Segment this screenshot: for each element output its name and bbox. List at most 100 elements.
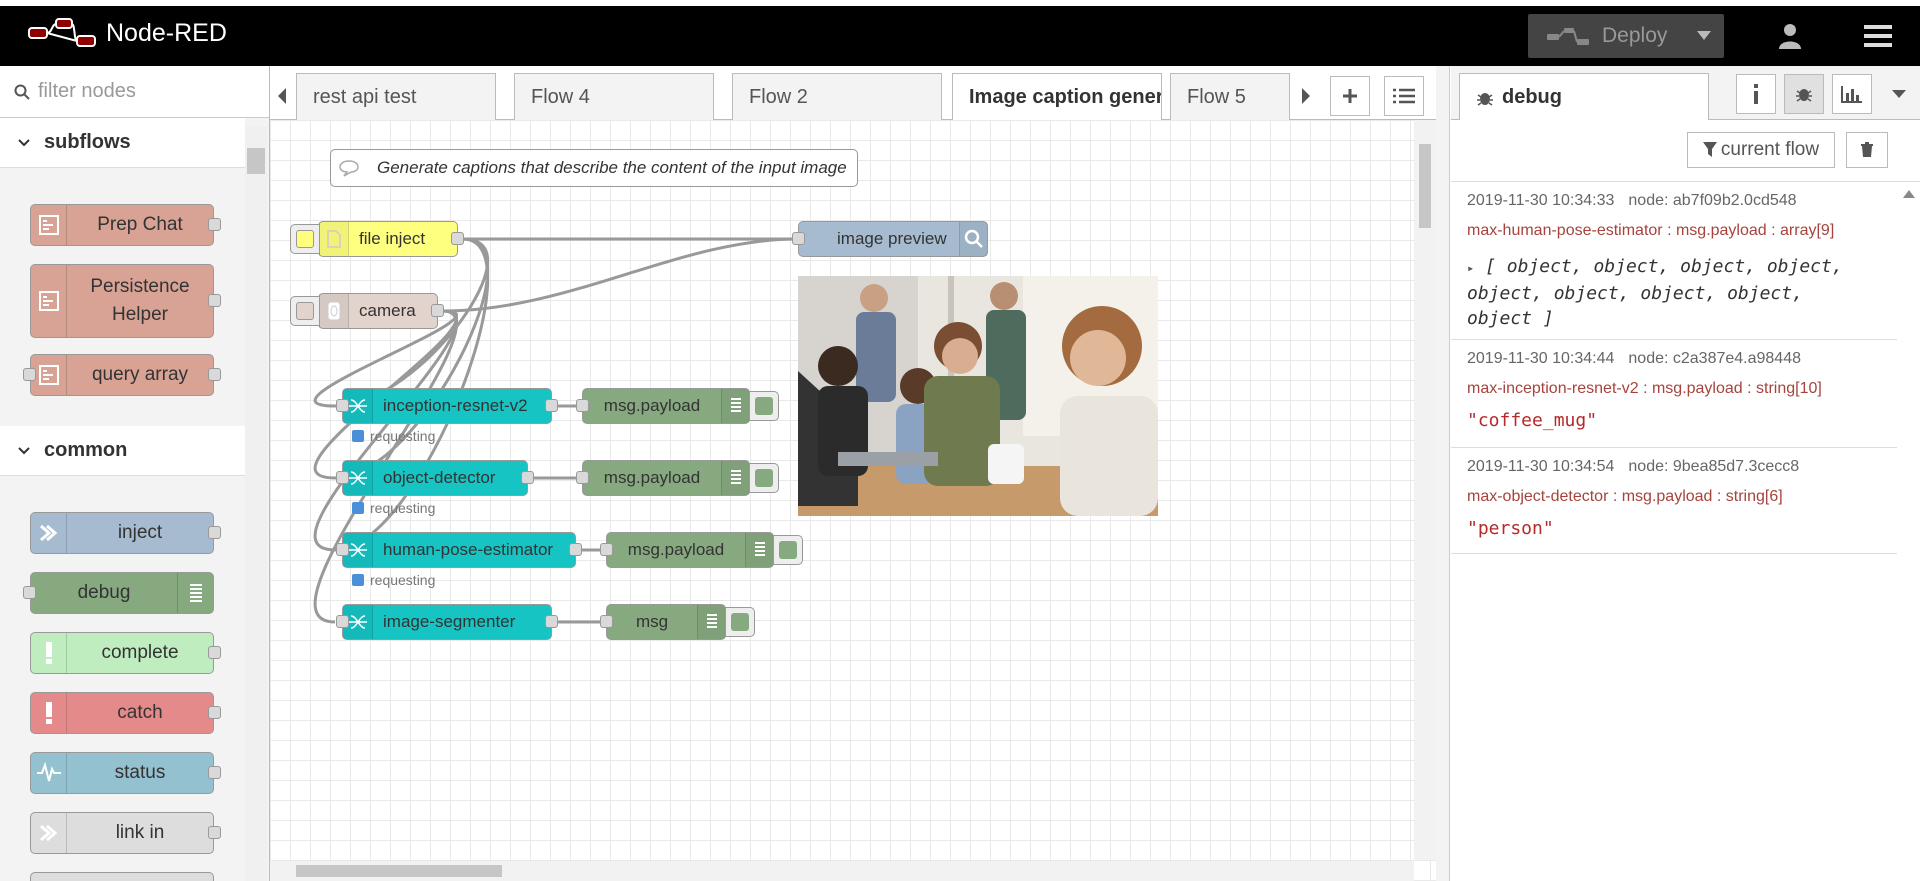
debug-scrollbar[interactable] bbox=[1897, 182, 1920, 881]
main-menu-button[interactable] bbox=[1858, 18, 1898, 54]
output-port[interactable] bbox=[208, 526, 221, 539]
palette-node-link-in[interactable]: link in bbox=[30, 812, 221, 854]
output-port[interactable] bbox=[545, 615, 558, 628]
palette-node-persistence-helper[interactable]: Persistence Helper bbox=[30, 264, 221, 338]
node-label: msg.payload bbox=[627, 540, 725, 559]
scroll-thumb[interactable] bbox=[247, 148, 265, 174]
palette-search[interactable]: filter nodes bbox=[0, 66, 269, 118]
workspace-vertical-scrollbar[interactable] bbox=[1414, 120, 1436, 860]
deploy-menu-button[interactable] bbox=[1684, 14, 1724, 58]
app-title: Node-RED bbox=[106, 19, 227, 47]
comment-node[interactable]: Generate captions that describe the cont… bbox=[330, 149, 858, 187]
tab-debug[interactable]: debug bbox=[1459, 73, 1709, 121]
input-port[interactable] bbox=[336, 399, 349, 412]
alert-icon bbox=[31, 693, 67, 733]
debug-toggle-button[interactable] bbox=[749, 463, 779, 493]
message-value[interactable]: "coffee_mug" bbox=[1467, 408, 1897, 433]
input-port[interactable] bbox=[600, 543, 613, 556]
clear-debug-button[interactable] bbox=[1846, 132, 1888, 168]
debug-node-3[interactable]: msg.payload bbox=[600, 532, 803, 568]
output-port[interactable] bbox=[208, 368, 221, 381]
input-port[interactable] bbox=[576, 399, 589, 412]
palette-node-complete[interactable]: complete bbox=[30, 632, 221, 674]
tab-image-caption-generator[interactable]: Image caption generator bbox=[952, 73, 1162, 121]
inception-resnet-v2-node[interactable]: inception-resnet-v2 bbox=[336, 388, 558, 424]
palette-node-debug[interactable]: debug bbox=[23, 572, 214, 614]
palette-node-query-array[interactable]: query array bbox=[23, 354, 221, 396]
palette-node-status[interactable]: status bbox=[30, 752, 221, 794]
input-port[interactable] bbox=[336, 615, 349, 628]
dashboard-tab-button[interactable] bbox=[1832, 74, 1872, 114]
tab-flow-2[interactable]: Flow 2 bbox=[732, 73, 942, 120]
output-port[interactable] bbox=[208, 646, 221, 659]
message-node-id[interactable]: node: c2a387e4.a98448 bbox=[1628, 350, 1801, 367]
tab-flow-5[interactable]: Flow 5 bbox=[1170, 73, 1290, 120]
image-segmenter-node[interactable]: image-segmenter bbox=[336, 604, 558, 640]
camera-node[interactable]: camera bbox=[290, 293, 444, 329]
message-node-id[interactable]: node: ab7f09b2.0cd548 bbox=[1628, 192, 1796, 209]
input-port[interactable] bbox=[336, 471, 349, 484]
tab-rest-api-test[interactable]: rest api test bbox=[296, 73, 496, 120]
input-port[interactable] bbox=[576, 471, 589, 484]
message-value[interactable]: "person" bbox=[1467, 516, 1897, 541]
human-pose-estimator-node[interactable]: human-pose-estimator bbox=[336, 532, 582, 568]
output-port[interactable] bbox=[569, 543, 582, 556]
debug-toggle-button[interactable] bbox=[749, 391, 779, 421]
flow-workspace[interactable]: Generate captions that describe the cont… bbox=[270, 120, 1436, 881]
debug-node-2[interactable]: msg.payload bbox=[576, 460, 779, 496]
palette-node-partial[interactable] bbox=[30, 872, 214, 881]
palette-node-catch[interactable]: catch bbox=[30, 692, 221, 734]
output-port[interactable] bbox=[521, 471, 534, 484]
trash-icon bbox=[1861, 142, 1873, 157]
output-port[interactable] bbox=[451, 232, 464, 245]
output-port[interactable] bbox=[208, 766, 221, 779]
output-port[interactable] bbox=[208, 706, 221, 719]
palette-scrollbar[interactable] bbox=[245, 126, 267, 881]
deploy-button[interactable]: Deploy bbox=[1528, 14, 1724, 58]
debug-node-4[interactable]: msg bbox=[600, 604, 755, 640]
search-input[interactable]: filter nodes bbox=[38, 80, 136, 103]
file-inject-node[interactable]: file inject bbox=[290, 221, 464, 257]
palette-node-prep-chat[interactable]: Prep Chat bbox=[30, 204, 221, 246]
input-port[interactable] bbox=[792, 232, 805, 245]
filter-current-flow-button[interactable]: current flow bbox=[1687, 132, 1835, 168]
input-port[interactable] bbox=[336, 543, 349, 556]
inject-trigger-button[interactable] bbox=[290, 224, 320, 254]
category-subflows-header[interactable]: subflows bbox=[0, 118, 245, 168]
output-port[interactable] bbox=[208, 294, 221, 307]
bar-chart-icon bbox=[1841, 86, 1862, 103]
add-flow-button[interactable] bbox=[1330, 76, 1370, 116]
flow-list-button[interactable] bbox=[1384, 76, 1424, 116]
debug-toggle-button[interactable] bbox=[773, 535, 803, 565]
debug-tab-button[interactable] bbox=[1784, 74, 1824, 114]
message-node-id[interactable]: node: 9bea85d7.3cecc8 bbox=[1628, 458, 1799, 475]
input-port[interactable] bbox=[23, 586, 36, 599]
sidebar-separator[interactable] bbox=[1436, 66, 1450, 881]
sidebar-menu-button[interactable] bbox=[1879, 74, 1919, 114]
input-port[interactable] bbox=[600, 615, 613, 628]
workspace-horizontal-scrollbar[interactable] bbox=[270, 861, 1414, 881]
debug-node-1[interactable]: msg.payload bbox=[576, 388, 779, 424]
tab-scroll-right[interactable] bbox=[1294, 76, 1318, 116]
output-port[interactable] bbox=[208, 826, 221, 839]
image-preview-node[interactable]: image preview bbox=[792, 221, 988, 257]
category-common-header[interactable]: common bbox=[0, 426, 245, 476]
user-menu-button[interactable] bbox=[1770, 18, 1810, 54]
debug-toggle-button[interactable] bbox=[725, 607, 755, 637]
message-value[interactable]: ▸ [ object, object, object, object, obje… bbox=[1467, 254, 1897, 331]
scroll-thumb[interactable] bbox=[1419, 144, 1431, 228]
chevron-down-icon bbox=[18, 446, 30, 454]
scroll-thumb[interactable] bbox=[296, 865, 502, 877]
tab-scroll-left[interactable] bbox=[270, 76, 294, 116]
info-tab-button[interactable] bbox=[1736, 74, 1776, 114]
expand-caret-icon[interactable]: ▸ bbox=[1467, 261, 1474, 275]
output-port[interactable] bbox=[545, 399, 558, 412]
tab-flow-4[interactable]: Flow 4 bbox=[514, 73, 714, 120]
object-detector-node[interactable]: object-detector bbox=[336, 460, 534, 496]
input-port[interactable] bbox=[23, 368, 36, 381]
output-port[interactable] bbox=[431, 304, 444, 317]
camera-trigger-button[interactable] bbox=[290, 296, 320, 326]
palette-node-inject[interactable]: inject bbox=[30, 512, 221, 554]
output-port[interactable] bbox=[208, 218, 221, 231]
chevron-down-icon bbox=[1697, 31, 1711, 40]
